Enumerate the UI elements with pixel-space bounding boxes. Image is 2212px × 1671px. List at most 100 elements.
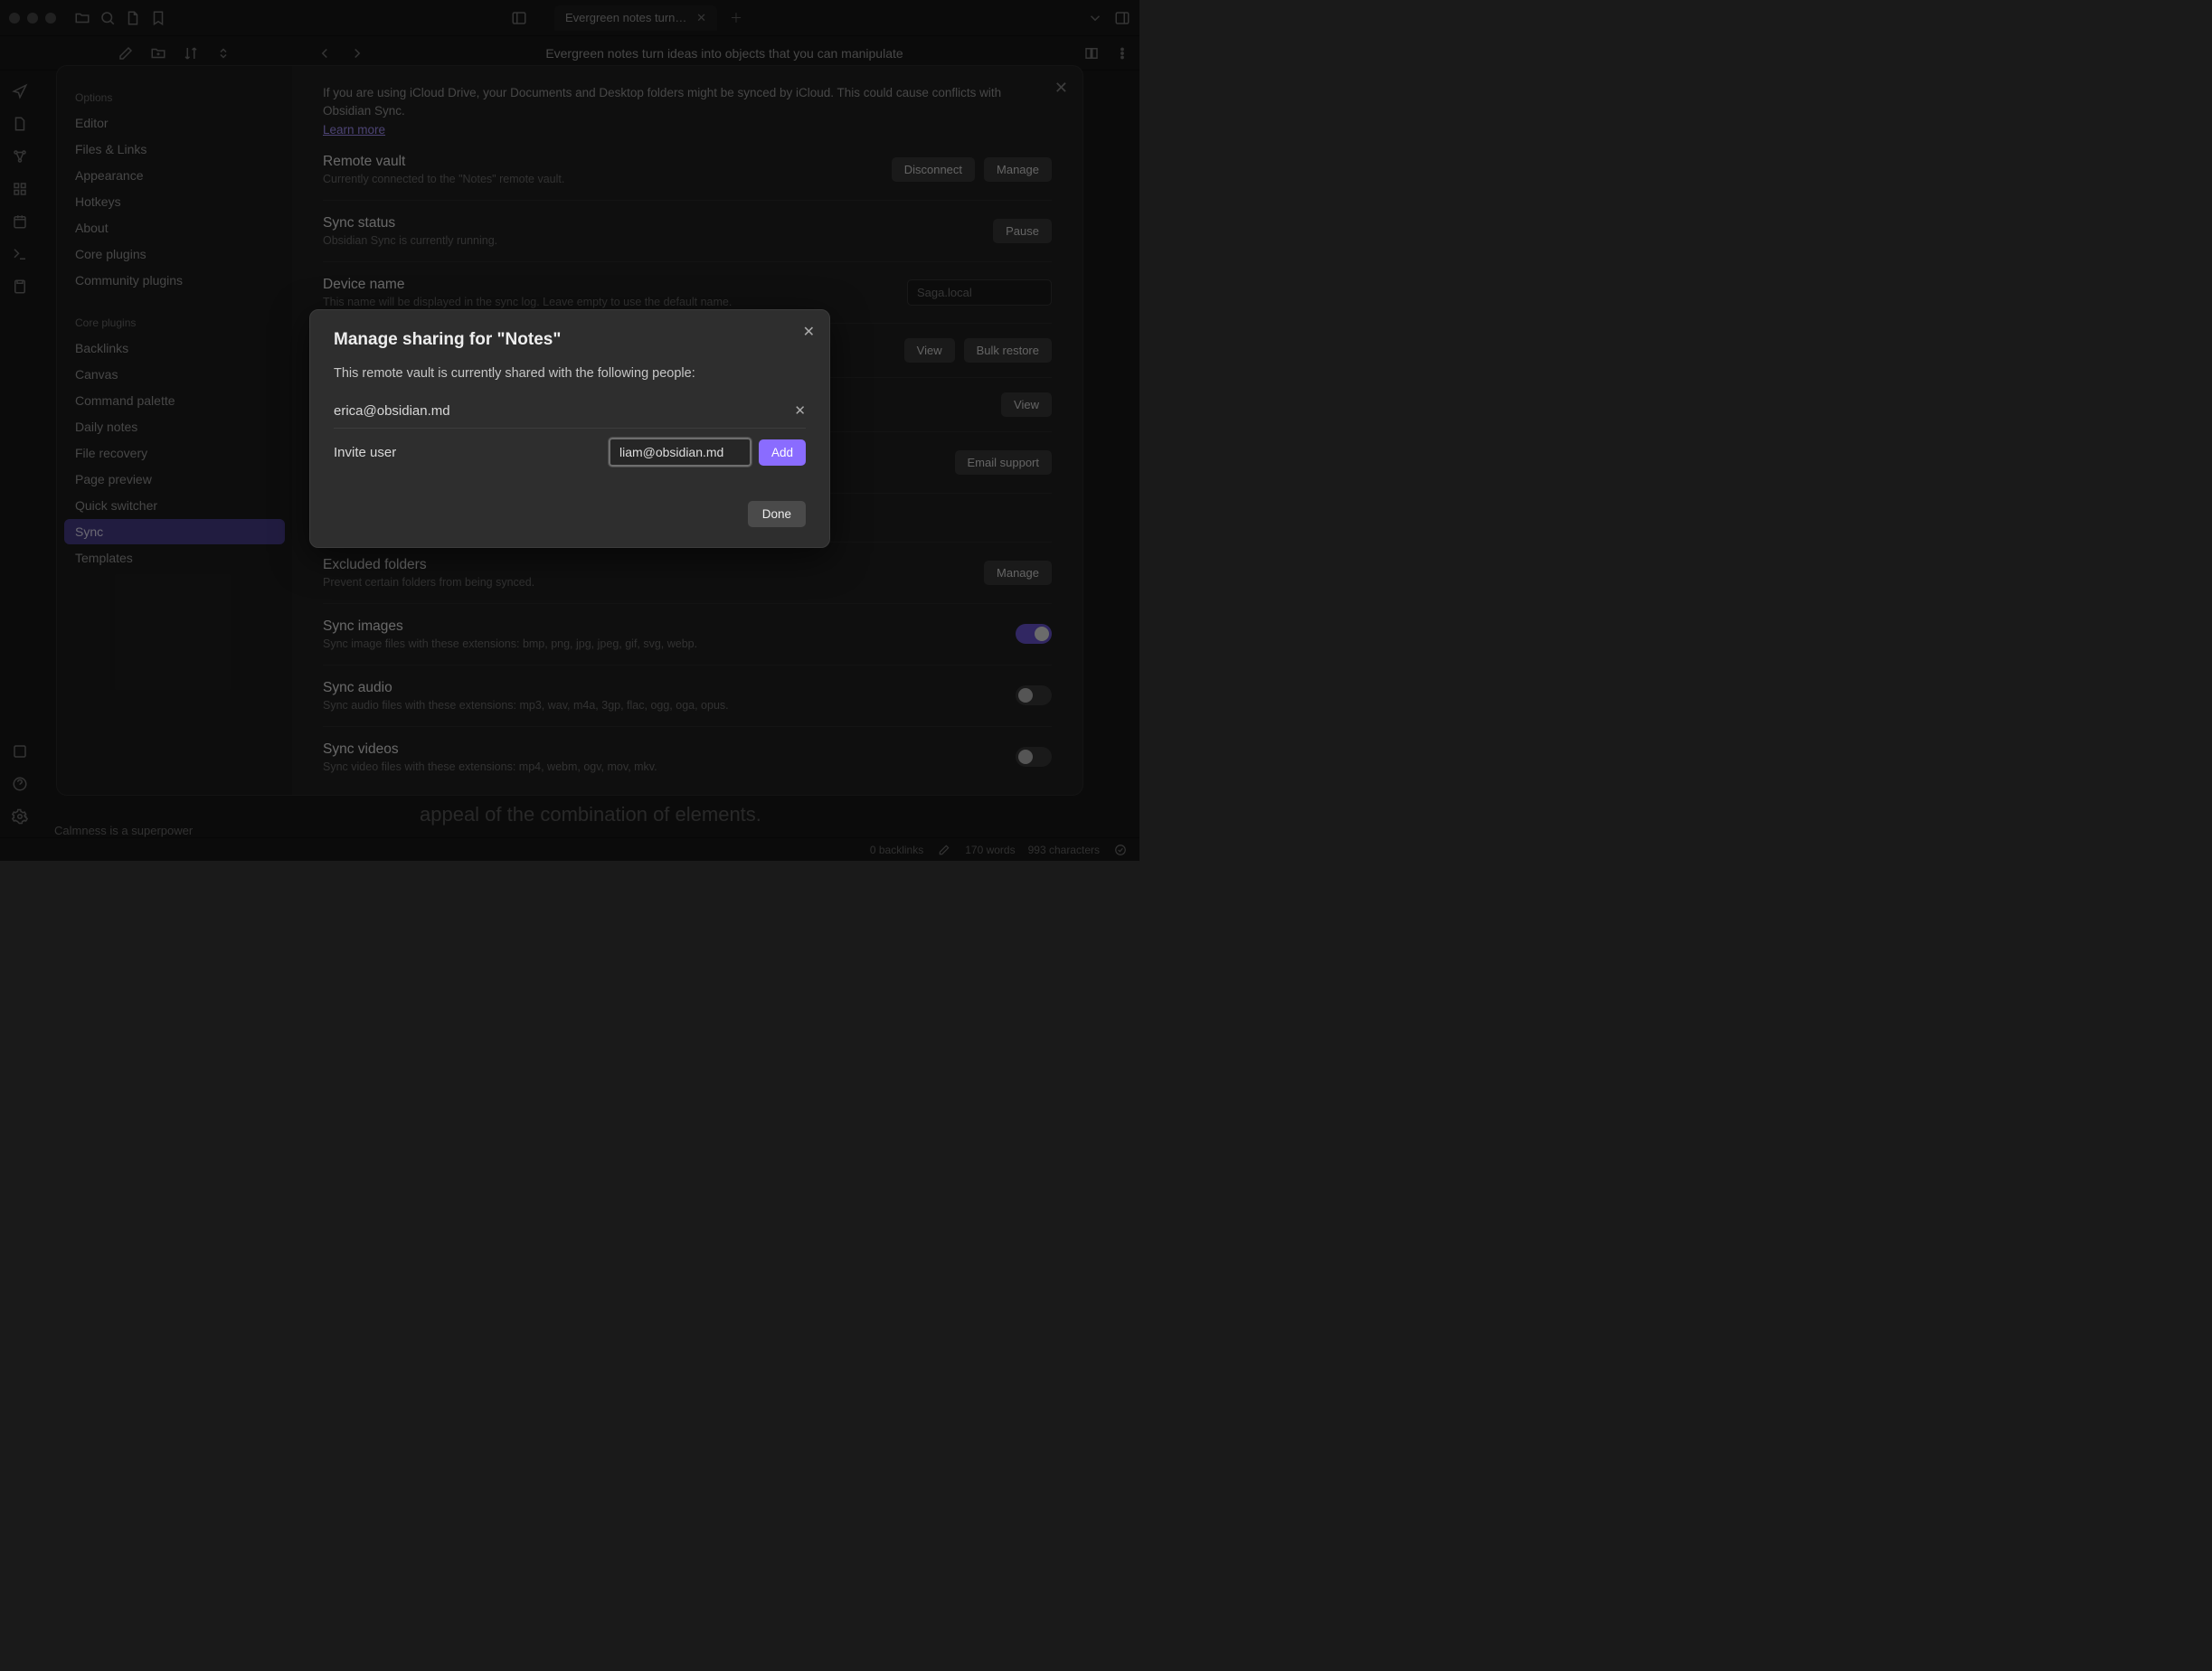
edit-icon[interactable]: [118, 45, 134, 61]
row-desc: Sync video files with these extensions: …: [323, 760, 1007, 773]
quick-switcher-icon[interactable]: [12, 83, 28, 99]
templates-icon[interactable]: [12, 278, 28, 295]
word-count[interactable]: 170 words: [965, 844, 1015, 856]
device-name-input[interactable]: [907, 279, 1052, 306]
disconnect-button[interactable]: Disconnect: [892, 157, 975, 182]
sidebar-item-community-plugins[interactable]: Community plugins: [64, 268, 285, 293]
help-icon[interactable]: [12, 776, 28, 792]
nav-back[interactable]: [317, 45, 333, 61]
graph-icon[interactable]: [12, 148, 28, 165]
daily-note-icon[interactable]: [12, 213, 28, 230]
backlinks-count[interactable]: 0 backlinks: [870, 844, 923, 856]
row-title: Sync videos: [323, 741, 1007, 758]
add-user-button[interactable]: Add: [759, 439, 806, 466]
collapse-icon[interactable]: [215, 45, 232, 61]
sidebar-group-coreplugins: Core plugins: [64, 309, 285, 335]
tab-active[interactable]: Evergreen notes turn ide… ✕: [554, 5, 717, 31]
shared-user-email: erica@obsidian.md: [334, 403, 794, 419]
learn-more-link[interactable]: Learn more: [323, 123, 385, 137]
tab-title: Evergreen notes turn ide…: [565, 11, 687, 24]
bulk-restore-button[interactable]: Bulk restore: [964, 338, 1052, 363]
file-tree-item[interactable]: Calmness is a superpower: [49, 821, 293, 837]
sidebar-item-canvas[interactable]: Canvas: [64, 362, 285, 387]
left-rail: [0, 71, 40, 837]
row-excluded-folders: Excluded folders Prevent certain folders…: [323, 543, 1052, 604]
sort-icon[interactable]: [183, 45, 199, 61]
sync-videos-toggle[interactable]: [1016, 747, 1052, 767]
invite-user-row: Invite user Add: [334, 429, 806, 476]
sidebar-item-quick-switcher[interactable]: Quick switcher: [64, 493, 285, 518]
dialog-subtitle: This remote vault is currently shared wi…: [334, 366, 806, 381]
sidebar-item-about[interactable]: About: [64, 215, 285, 241]
folder-icon[interactable]: [74, 10, 90, 26]
settings-sidebar: Options EditorFiles & LinksAppearanceHot…: [57, 66, 292, 795]
new-file-icon[interactable]: [125, 10, 141, 26]
titlebar: Evergreen notes turn ide… ✕ ＋: [0, 0, 1139, 36]
right-panel-toggle[interactable]: [1114, 10, 1130, 26]
settings-icon[interactable]: [12, 808, 28, 825]
manage-vault-button[interactable]: Manage: [984, 157, 1052, 182]
sidebar-item-files-links[interactable]: Files & Links: [64, 137, 285, 162]
minimize-window[interactable]: [27, 13, 38, 24]
sharing-dialog: ✕ Manage sharing for "Notes" This remote…: [309, 309, 830, 548]
status-bar: 0 backlinks 170 words 993 characters: [0, 837, 1139, 861]
row-desc: Currently connected to the "Notes" remot…: [323, 173, 883, 185]
maximize-window[interactable]: [45, 13, 56, 24]
new-folder-icon[interactable]: [150, 45, 166, 61]
row-title: Sync status: [323, 215, 984, 231]
canvas-icon[interactable]: [12, 181, 28, 197]
sync-images-toggle[interactable]: [1016, 624, 1052, 644]
view-deleted-button[interactable]: View: [904, 338, 955, 363]
row-sync-audio: Sync audio Sync audio files with these e…: [323, 666, 1052, 727]
invite-user-input[interactable]: [609, 438, 752, 467]
new-note-icon[interactable]: [12, 116, 28, 132]
sidebar-item-core-plugins[interactable]: Core plugins: [64, 241, 285, 267]
pause-button[interactable]: Pause: [993, 219, 1052, 243]
row-title: Sync images: [323, 618, 1007, 635]
sidebar-item-daily-notes[interactable]: Daily notes: [64, 414, 285, 439]
done-button[interactable]: Done: [748, 501, 806, 527]
remove-user-icon[interactable]: ✕: [794, 402, 806, 419]
left-panel-toggle[interactable]: [511, 10, 527, 26]
row-title: Remote vault: [323, 154, 883, 170]
sidebar-item-templates[interactable]: Templates: [64, 545, 285, 571]
sidebar-item-backlinks[interactable]: Backlinks: [64, 335, 285, 361]
sidebar-item-appearance[interactable]: Appearance: [64, 163, 285, 188]
more-icon[interactable]: [1114, 45, 1130, 61]
sidebar-item-file-recovery[interactable]: File recovery: [64, 440, 285, 466]
command-palette-icon[interactable]: [12, 246, 28, 262]
sidebar-item-editor[interactable]: Editor: [64, 110, 285, 136]
close-window[interactable]: [9, 13, 20, 24]
chevron-down-icon[interactable]: [1087, 10, 1103, 26]
sync-audio-toggle[interactable]: [1016, 685, 1052, 705]
vault-icon[interactable]: [12, 743, 28, 760]
sidebar-group-options: Options: [64, 84, 285, 109]
row-title: Excluded folders: [323, 557, 975, 573]
sidebar-item-hotkeys[interactable]: Hotkeys: [64, 189, 285, 214]
search-icon[interactable]: [99, 10, 116, 26]
row-title: Sync audio: [323, 680, 1007, 696]
dialog-close-icon[interactable]: ✕: [803, 323, 815, 341]
nav-forward[interactable]: [349, 45, 365, 61]
invite-user-label: Invite user: [334, 445, 609, 460]
reading-view-icon[interactable]: [1083, 45, 1100, 61]
settings-close-icon[interactable]: ✕: [1054, 79, 1068, 98]
pencil-icon[interactable]: [936, 842, 952, 858]
window-controls: [9, 13, 56, 24]
row-desc: Obsidian Sync is currently running.: [323, 234, 984, 247]
row-title: Device name: [323, 277, 898, 293]
row-desc: Sync audio files with these extensions: …: [323, 699, 1007, 712]
row-sync-images: Sync images Sync image files with these …: [323, 604, 1052, 666]
tab-close-icon[interactable]: ✕: [696, 11, 706, 25]
sidebar-item-page-preview[interactable]: Page preview: [64, 467, 285, 492]
sidebar-item-sync[interactable]: Sync: [64, 519, 285, 544]
email-support-button[interactable]: Email support: [955, 450, 1052, 475]
new-tab-button[interactable]: ＋: [730, 9, 742, 27]
sidebar-item-command-palette[interactable]: Command palette: [64, 388, 285, 413]
manage-excluded-button[interactable]: Manage: [984, 561, 1052, 585]
view-activity-button[interactable]: View: [1001, 392, 1052, 417]
char-count[interactable]: 993 characters: [1028, 844, 1100, 856]
sync-status-icon[interactable]: [1112, 842, 1129, 858]
bookmark-icon[interactable]: [150, 10, 166, 26]
row-desc: This name will be displayed in the sync …: [323, 296, 898, 308]
